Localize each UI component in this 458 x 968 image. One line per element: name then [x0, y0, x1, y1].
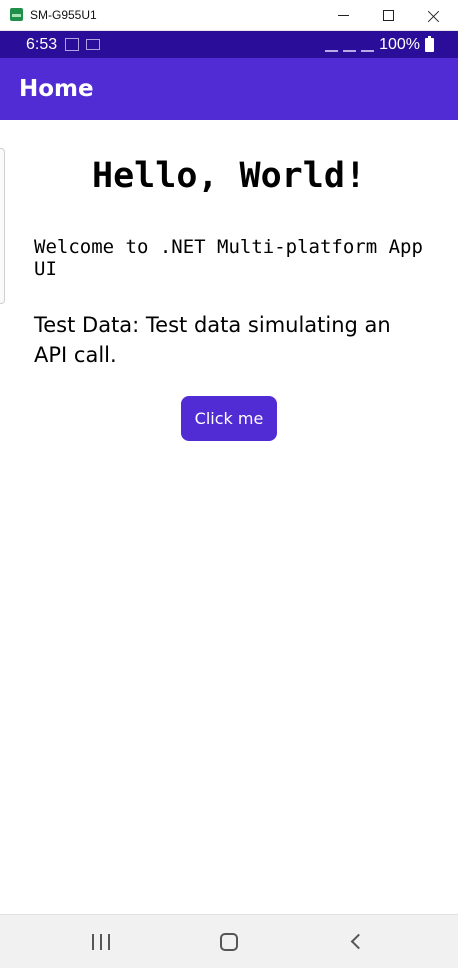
wifi-icon: [343, 39, 357, 52]
navigation-bar: [0, 914, 458, 968]
mute-icon: [325, 39, 339, 52]
page-title: Home: [19, 76, 94, 102]
maximize-button[interactable]: [365, 0, 411, 31]
hello-heading: Hello, World!: [92, 156, 366, 196]
click-me-button[interactable]: Click me: [181, 396, 277, 441]
test-data-text: Test Data: Test data simulating an API c…: [34, 313, 391, 367]
window-titlebar: SM-G955U1: [0, 0, 458, 31]
signal-icon: [361, 39, 375, 52]
window-title: SM-G955U1: [30, 8, 97, 22]
battery-icon: [425, 36, 434, 52]
battery-level: 100%: [379, 36, 420, 53]
notification-icon: [65, 38, 79, 51]
back-icon[interactable]: [350, 933, 367, 950]
notification-icon: [86, 39, 100, 50]
recent-apps-icon[interactable]: [92, 934, 110, 950]
close-button[interactable]: [411, 0, 457, 31]
minimize-button[interactable]: [320, 0, 366, 31]
welcome-text: Welcome to .NET Multi-platform App UI: [34, 236, 423, 280]
status-time: 6:53: [26, 36, 58, 53]
app-window-icon: [10, 8, 23, 21]
home-icon[interactable]: [220, 933, 238, 951]
close-icon: [428, 10, 440, 22]
status-bar: 6:53 100%: [0, 31, 458, 58]
status-indicators: 100%: [325, 36, 434, 54]
app-header: Home: [0, 58, 458, 120]
minimize-icon: [337, 15, 349, 16]
maximize-icon: [382, 10, 394, 21]
